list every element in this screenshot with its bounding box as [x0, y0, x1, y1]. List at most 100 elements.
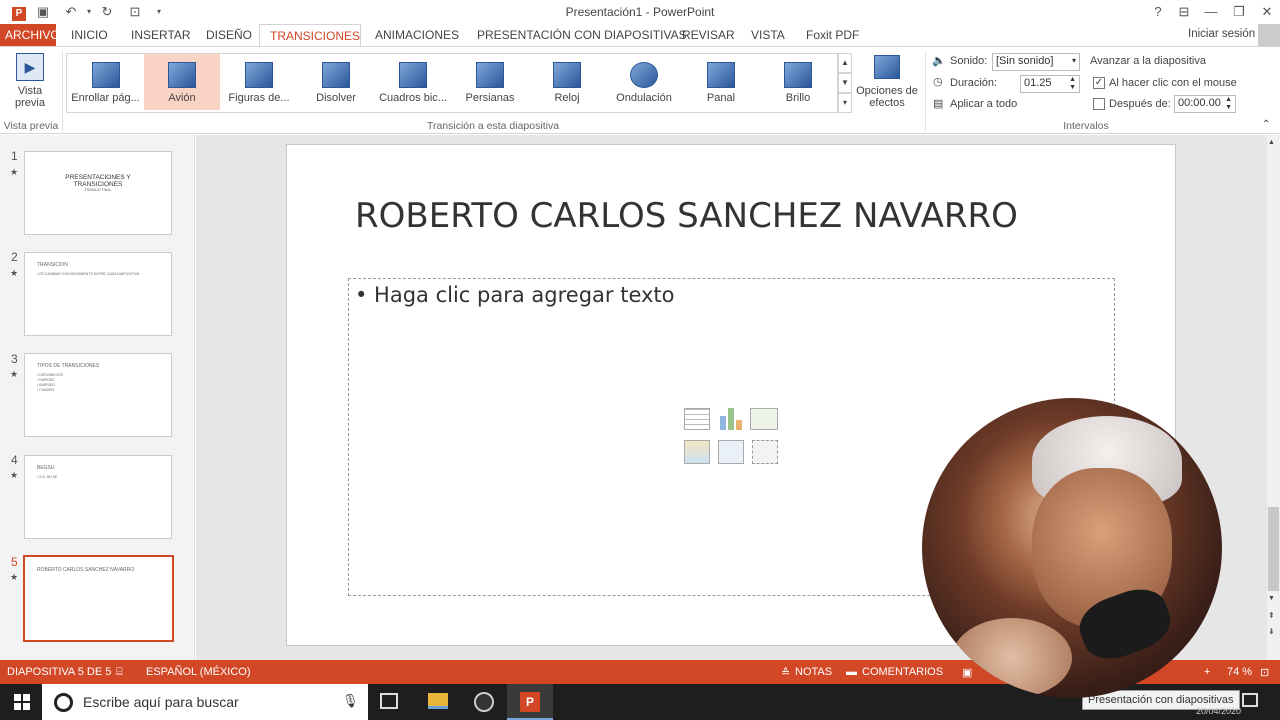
close-icon[interactable]: ✕ — [1254, 2, 1280, 22]
notes-button[interactable]: NOTAS — [795, 666, 832, 678]
preview-label-1: Vista — [17, 85, 43, 97]
preview-button[interactable]: ▶ Vista previa — [8, 51, 52, 121]
ripple-icon — [630, 62, 658, 88]
slide-title[interactable]: ROBERTO CARLOS SANCHEZ NAVARRO — [355, 196, 1018, 236]
transition-label: Ondulación — [616, 92, 672, 104]
hand — [952, 618, 1072, 698]
file-explorer-icon[interactable] — [428, 693, 448, 709]
spellcheck-icon[interactable]: ⌸ — [116, 666, 123, 679]
ribbon: ▶ Vista previa Vista previa Enrollar pág… — [0, 46, 1280, 134]
notifications-icon[interactable] — [1242, 693, 1258, 707]
transition-reloj[interactable]: Reloj — [528, 54, 606, 110]
transition-label: Brillo — [785, 92, 811, 104]
cortana-icon — [54, 693, 73, 712]
insert-video-icon[interactable] — [752, 440, 778, 464]
sound-icon: 🔈 — [932, 55, 946, 67]
transition-cuadros[interactable]: Cuadros bic... — [374, 54, 452, 110]
sign-in-link[interactable]: Iniciar sesión — [1188, 28, 1255, 40]
microphone-icon[interactable]: 🎙 — [342, 693, 359, 709]
transition-star-icon: ★ — [10, 572, 19, 582]
insert-picture-icon[interactable] — [684, 440, 710, 464]
online-pictures-icon[interactable] — [718, 440, 744, 464]
comments-button[interactable]: COMENTARIOS — [862, 666, 943, 678]
duration-icon: ◷ — [933, 76, 943, 88]
after-field[interactable]: 00:00.00 ▲ ▼ — [1174, 95, 1236, 113]
origami-icon — [245, 62, 273, 88]
windows-start-icon[interactable] — [14, 694, 30, 710]
zoom-level[interactable]: 74 % — [1227, 666, 1252, 678]
taskbar-search[interactable]: Escribe aquí para buscar 🎙 — [42, 684, 368, 720]
tab-presentacion[interactable]: PRESENTACIÓN CON DIAPOSITIVAS — [467, 24, 697, 47]
tab-diseno[interactable]: DISEÑO — [196, 24, 262, 47]
on-click-checkbox[interactable]: ✓ — [1093, 77, 1105, 89]
sound-label: Sonido: — [950, 55, 988, 67]
apply-all-icon: ▤ — [933, 98, 944, 110]
slide-thumbnail-4[interactable]: BEGSU • S.A. SN SE — [24, 455, 172, 539]
group-divider — [62, 51, 63, 131]
tab-animaciones[interactable]: ANIMACIONES — [365, 24, 469, 47]
prev-slide-icon[interactable]: ⇞ — [1268, 611, 1275, 620]
after-label: Después de: — [1109, 98, 1171, 110]
comments-icon: ▬ — [846, 666, 857, 678]
tab-transiciones[interactable]: TRANSICIONES — [259, 24, 361, 47]
sound-select[interactable]: [Sin sonido] ▾ — [992, 53, 1080, 71]
restore-icon[interactable]: ❐ — [1226, 2, 1252, 22]
slide-number: 5 — [11, 555, 18, 569]
transition-persianas[interactable]: Persianas — [452, 54, 528, 110]
collapse-ribbon-icon[interactable]: ⌃ — [1262, 119, 1270, 130]
scroll-up-icon[interactable]: ▲ — [1268, 139, 1275, 146]
scroll-thumb[interactable] — [1268, 507, 1279, 591]
tab-revisar[interactable]: REVISAR — [672, 24, 745, 47]
ribbon-display-icon[interactable]: ⊟ — [1171, 2, 1197, 22]
insert-chart-icon[interactable] — [718, 406, 744, 430]
transition-figuras[interactable]: Figuras de... — [220, 54, 298, 110]
avatar[interactable] — [1258, 24, 1280, 46]
task-view-icon[interactable] — [380, 693, 398, 709]
transition-disolver[interactable]: Disolver — [298, 54, 374, 110]
transition-avion[interactable]: Avión — [144, 54, 220, 110]
gallery-down-icon[interactable]: ▼ — [838, 73, 852, 93]
scroll-down-icon[interactable]: ▼ — [1268, 595, 1275, 602]
transition-enrollar[interactable]: Enrollar pág... — [67, 54, 144, 110]
gallery-more-icon[interactable]: ▾ — [838, 93, 852, 113]
insert-smartart-icon[interactable] — [750, 408, 778, 430]
group-label-transition: Transición a esta diapositiva — [426, 120, 560, 132]
zoom-in-icon[interactable]: + — [1204, 666, 1210, 678]
help-button[interactable]: ? — [1145, 2, 1171, 22]
placeholder-text: • Haga clic para agregar texto — [355, 283, 675, 307]
next-slide-icon[interactable]: ⇟ — [1268, 627, 1275, 636]
clock-icon — [553, 62, 581, 88]
transition-label: Persianas — [465, 92, 515, 104]
sound-value: [Sin sonido] — [996, 55, 1054, 67]
slide-thumbnail-2[interactable]: TRANSICION • ES CAMBIAR CON MOVIMIENTO E… — [24, 252, 172, 336]
vertical-scrollbar[interactable]: ▲ ▼ ⇞ ⇟ — [1267, 135, 1280, 660]
language-indicator[interactable]: ESPAÑOL (MÉXICO) — [146, 666, 251, 678]
tab-foxit[interactable]: Foxit PDF — [796, 24, 869, 47]
airplane-icon — [168, 62, 196, 88]
thumb-body: • DESVANECER • RAPIDEZ • BARRIDO • CUADR… — [37, 373, 64, 392]
duration-field[interactable]: 01.25 ▲ ▼ — [1020, 75, 1080, 93]
tab-archivo[interactable]: ARCHIVO — [0, 24, 60, 47]
tab-inicio[interactable]: INICIO — [61, 24, 118, 47]
tab-insertar[interactable]: INSERTAR — [121, 24, 201, 47]
apply-all-button[interactable]: Aplicar a todo — [950, 98, 1017, 110]
after-checkbox[interactable] — [1093, 98, 1105, 110]
effect-options-button[interactable]: Opciones de efectos — [854, 53, 920, 117]
slide-thumbnail-1[interactable]: PRESENTACIONES Y TRANSICIONES TRABAJO FI… — [24, 151, 172, 235]
transition-ondulacion[interactable]: Ondulación — [606, 54, 682, 110]
minimize-icon[interactable]: — — [1198, 2, 1224, 22]
thumb-body: • ES CAMBIAR CON MOVIMIENTO ENTRE CADA D… — [37, 272, 140, 276]
fit-slide-icon[interactable]: ⊡ — [1260, 666, 1269, 679]
checkerboard-icon — [399, 62, 427, 88]
transition-brillo[interactable]: Brillo — [760, 54, 836, 110]
slide-thumbnail-3[interactable]: TIPOS DE TRANSICIONES • DESVANECER • RAP… — [24, 353, 172, 437]
powerpoint-taskbar-button[interactable]: P — [507, 684, 553, 720]
transition-label: Reloj — [554, 92, 580, 104]
insert-table-icon[interactable] — [684, 408, 710, 430]
slide-thumbnail-5[interactable]: ROBERTO CARLOS SANCHEZ NAVARRO — [23, 555, 174, 642]
gallery-up-icon[interactable]: ▲ — [838, 53, 852, 73]
tab-vista[interactable]: VISTA — [741, 24, 795, 47]
obs-icon[interactable] — [474, 692, 494, 712]
transition-panal[interactable]: Panal — [682, 54, 760, 110]
transition-label: Avión — [168, 92, 196, 104]
